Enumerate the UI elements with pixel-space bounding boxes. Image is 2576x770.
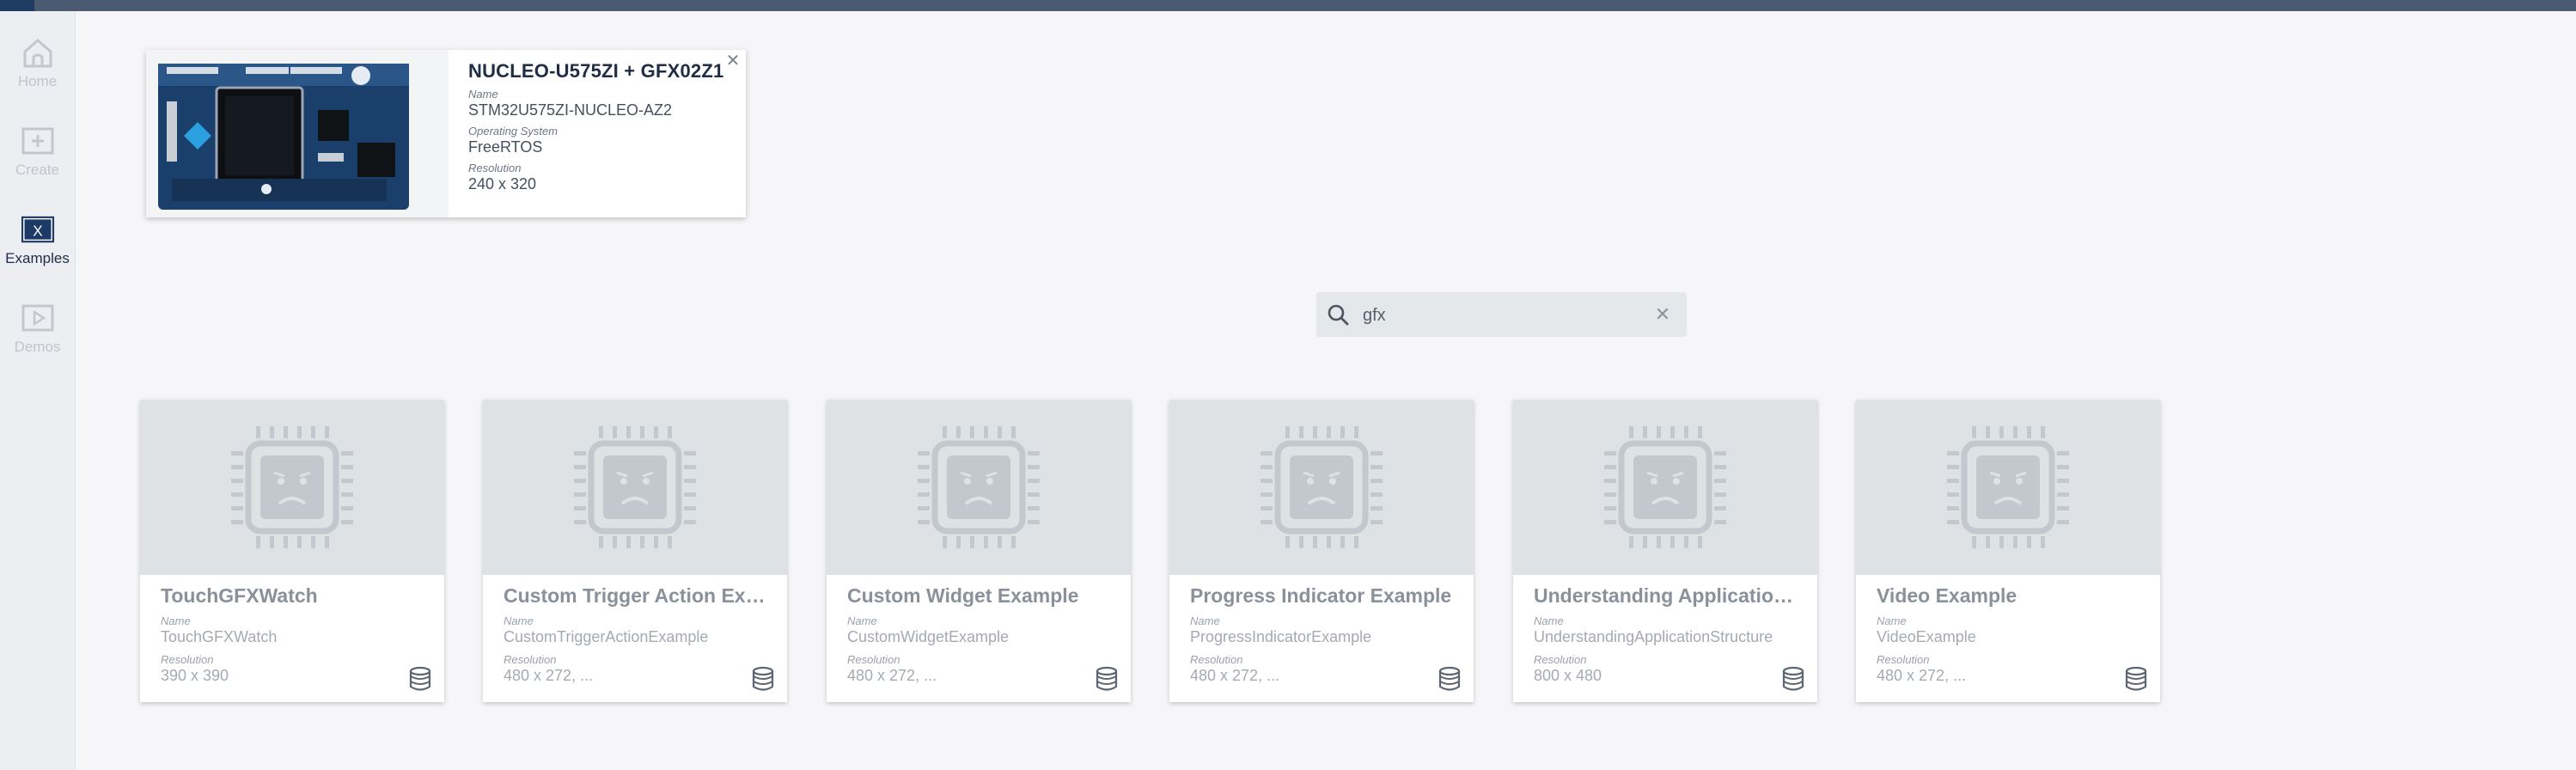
search-input[interactable] xyxy=(1361,299,1639,332)
example-resolution-value: 480 x 272, ... xyxy=(1877,667,1967,684)
example-resolution-label: Resolution xyxy=(1877,653,1930,666)
example-resolution-label: Resolution xyxy=(1534,653,1587,666)
example-card[interactable]: Video Example Name VideoExample Resolution 4… xyxy=(1856,400,2160,702)
example-name-label: Name xyxy=(847,614,877,627)
nav-home-label: Home xyxy=(17,73,58,89)
plus-box-icon xyxy=(21,124,55,158)
database-icon xyxy=(1781,666,1805,692)
example-resolution-label: Resolution xyxy=(161,653,214,666)
board-name-value: STM32U575ZI-NUCLEO-AZ2 xyxy=(468,101,673,119)
search-icon xyxy=(1328,304,1349,326)
app-logo xyxy=(0,0,34,11)
selected-board-card: NUCLEO-U575ZI + GFX02Z1 Name STM32U575ZI… xyxy=(146,50,746,217)
sad-chip-icon xyxy=(483,400,787,575)
example-resolution-label: Resolution xyxy=(504,653,557,666)
sad-chip-icon xyxy=(1169,400,1474,575)
home-icon xyxy=(21,35,55,70)
database-icon xyxy=(1438,666,1462,692)
example-name-label: Name xyxy=(1534,614,1564,627)
example-name-value: CustomWidgetExample xyxy=(847,628,1010,645)
database-icon xyxy=(408,666,432,692)
board-resolution-value: 240 x 320 xyxy=(468,175,537,192)
search-bar: ✕ xyxy=(1316,292,1687,337)
example-title: Video Example xyxy=(1877,584,2017,607)
sad-chip-icon xyxy=(1513,400,1817,575)
example-card[interactable]: Custom Widget Example Name CustomWidgetExa… xyxy=(827,400,1131,702)
example-resolution-value: 480 x 272, ... xyxy=(504,667,594,684)
sad-chip-icon xyxy=(827,400,1131,575)
nav-demos[interactable]: Demos xyxy=(0,285,75,363)
top-bar xyxy=(0,0,2576,11)
board-title: NUCLEO-U575ZI + GFX02Z1 xyxy=(468,60,724,82)
example-name-label: Name xyxy=(504,614,534,627)
example-resolution-value: 480 x 272, ... xyxy=(847,667,937,684)
database-icon xyxy=(2124,666,2148,692)
board-resolution-label: Resolution xyxy=(468,162,522,174)
sad-chip-icon xyxy=(1856,400,2160,575)
example-resolution-value: 480 x 272, ... xyxy=(1190,667,1280,684)
example-resolution-label: Resolution xyxy=(1190,653,1243,666)
nav-home[interactable]: Home xyxy=(0,20,75,97)
board-image xyxy=(146,50,449,217)
example-name-label: Name xyxy=(1190,614,1220,627)
board-os-label: Operating System xyxy=(468,125,559,138)
example-title: Custom Widget Example xyxy=(847,584,1079,607)
x-box-icon: X xyxy=(21,212,55,247)
board-name-label: Name xyxy=(468,88,498,101)
example-title: Custom Trigger Action Exa... xyxy=(504,584,766,607)
database-icon xyxy=(1095,666,1119,692)
example-title: TouchGFXWatch xyxy=(161,584,318,607)
example-title: Understanding Application... xyxy=(1534,584,1796,607)
example-card[interactable]: TouchGFXWatch Name TouchGFXWatch Resolution… xyxy=(140,400,444,702)
example-card[interactable]: Understanding Application... Name Understa… xyxy=(1513,400,1817,702)
example-card[interactable]: Custom Trigger Action Exa... Name CustomTr… xyxy=(483,400,787,702)
example-name-value: CustomTriggerActionExample xyxy=(504,628,709,645)
example-resolution-value: 390 x 390 xyxy=(161,667,229,684)
example-resolution-value: 800 x 480 xyxy=(1534,667,1602,684)
sad-chip-icon xyxy=(140,400,444,575)
close-icon[interactable]: ✕ xyxy=(723,52,742,70)
nav-examples-label: Examples xyxy=(5,250,70,266)
clear-search-icon[interactable]: ✕ xyxy=(1652,304,1673,325)
sidebar: Home Create X Examples Demos xyxy=(0,11,76,770)
example-name-value: ProgressIndicatorExample xyxy=(1190,628,1372,645)
database-icon xyxy=(751,666,775,692)
svg-text:X: X xyxy=(33,223,43,240)
example-name-label: Name xyxy=(1877,614,1907,627)
example-name-value: UnderstandingApplicationStructure xyxy=(1534,628,1773,645)
example-card[interactable]: Progress Indicator Example Name ProgressIn… xyxy=(1169,400,1474,702)
nav-create-label: Create xyxy=(15,162,60,178)
nav-create[interactable]: Create xyxy=(0,108,75,186)
example-resolution-label: Resolution xyxy=(847,653,900,666)
example-name-value: TouchGFXWatch xyxy=(161,628,278,645)
board-os-value: FreeRTOS xyxy=(468,138,543,156)
example-name-label: Name xyxy=(161,614,191,627)
play-box-icon xyxy=(21,301,55,335)
example-title: Progress Indicator Example xyxy=(1190,584,1452,607)
example-name-value: VideoExample xyxy=(1877,628,1976,645)
nav-demos-label: Demos xyxy=(14,339,61,355)
nav-examples[interactable]: X Examples xyxy=(0,197,75,274)
